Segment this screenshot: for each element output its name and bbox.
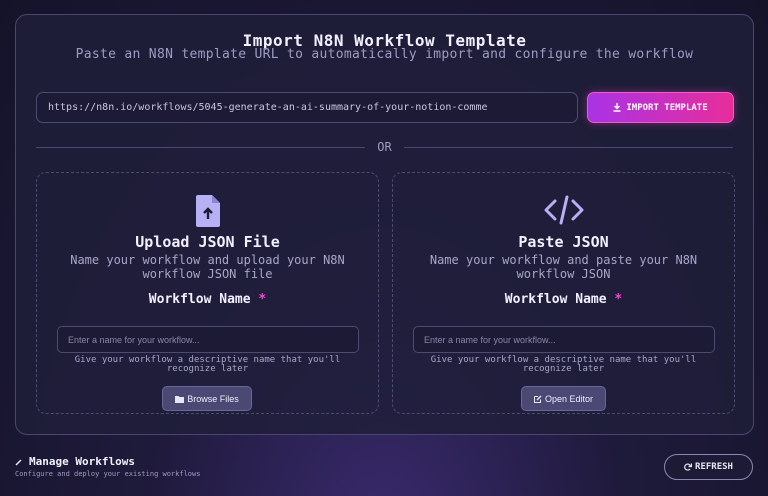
wand-icon — [15, 458, 22, 466]
refresh-icon — [684, 463, 693, 471]
upload-json-panel: Upload JSON File Name your workflow and … — [36, 172, 379, 414]
paste-json-panel: Paste JSON Name your workflow and paste … — [392, 172, 735, 414]
folder-icon — [175, 395, 185, 403]
required-asterisk: * — [258, 292, 267, 307]
or-label: OR — [377, 140, 392, 154]
paste-panel-title: Paste JSON — [518, 233, 609, 251]
download-icon — [613, 103, 621, 112]
browse-files-button[interactable]: Browse Files — [162, 386, 252, 411]
open-editor-button[interactable]: Open Editor — [521, 386, 606, 411]
page-subtitle: Paste an N8N template URL to automatical… — [75, 47, 694, 62]
template-url-input[interactable]: https://n8n.io/workflows/5045-generate-a… — [36, 92, 578, 123]
workflow-name-label-text: Workflow Name — [504, 292, 607, 307]
or-divider: OR — [36, 139, 734, 155]
divider-line — [403, 146, 734, 148]
workflow-name-hint: Give your workflow a descriptive name th… — [430, 355, 697, 374]
manage-workflows-heading: Manage Workflows — [15, 455, 135, 468]
manage-workflows-subtitle: Configure and deploy your existing workf… — [15, 470, 201, 478]
upload-panel-description: Name your workflow and upload your N8N w… — [70, 253, 345, 281]
required-asterisk: * — [614, 292, 623, 307]
upload-workflow-name-input[interactable] — [57, 326, 359, 353]
workflow-name-label: Workflow Name * — [37, 292, 378, 307]
workflow-name-label-text: Workflow Name — [148, 292, 251, 307]
workflow-name-hint: Give your workflow a descriptive name th… — [74, 355, 341, 374]
paste-workflow-name-input[interactable] — [413, 326, 715, 353]
edit-icon — [533, 395, 542, 403]
paste-panel-description: Name your workflow and paste your N8N wo… — [429, 253, 698, 281]
browse-files-label: Browse Files — [187, 393, 239, 404]
manage-workflows-title: Manage Workflows — [29, 455, 135, 468]
code-icon — [544, 195, 583, 225]
refresh-button[interactable]: REFRESH — [664, 454, 753, 480]
upload-panel-title: Upload JSON File — [135, 233, 280, 251]
import-template-card: Import N8N Workflow Template Paste an N8… — [15, 14, 754, 435]
workflow-name-label: Workflow Name * — [393, 292, 734, 307]
file-upload-icon — [195, 195, 220, 227]
refresh-label: REFRESH — [695, 462, 733, 472]
open-editor-label: Open Editor — [544, 393, 594, 404]
import-template-label: IMPORT TEMPLATE — [626, 102, 708, 113]
import-template-button[interactable]: IMPORT TEMPLATE — [587, 92, 734, 123]
divider-line — [36, 146, 366, 148]
